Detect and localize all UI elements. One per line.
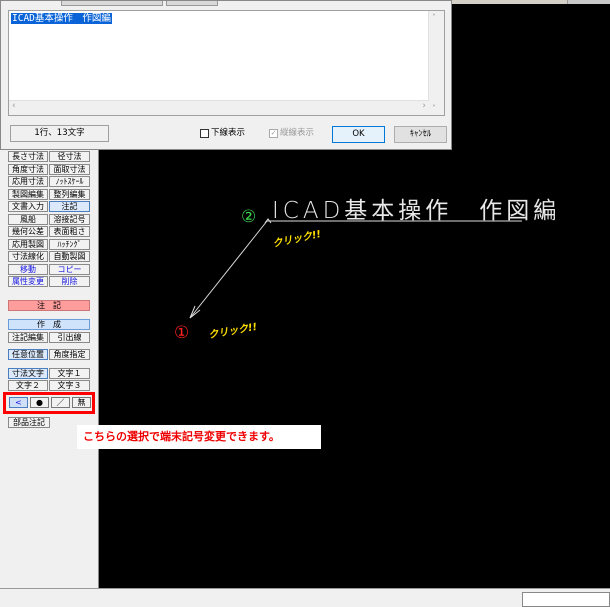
create-button[interactable]: 作 成 — [8, 319, 90, 330]
command-button[interactable]: 溶接記号 — [49, 213, 90, 225]
section-note-header: 注 記 — [8, 300, 90, 311]
step-1-marker: ① — [174, 323, 190, 343]
command-button[interactable]: 自動製図 — [49, 251, 90, 262]
text3-button[interactable]: 文字３ — [49, 380, 90, 391]
command-button[interactable]: ﾊｯﾁﾝｸﾞ — [49, 238, 90, 250]
text2-button[interactable]: 文字２ — [8, 380, 48, 391]
leader-line — [189, 220, 268, 319]
command-button[interactable]: 製図編集 — [8, 188, 48, 200]
instruction-callout: こちらの選択で端末記号変更できます。 — [77, 425, 321, 449]
leader-button[interactable]: 引出線 — [49, 332, 90, 343]
command-button[interactable]: コピー — [49, 263, 90, 275]
command-button[interactable]: 応用寸法 — [8, 176, 48, 187]
command-button[interactable]: 整列編集 — [49, 188, 90, 200]
command-button[interactable]: 幾何公差 — [8, 226, 48, 237]
status-input-box[interactable] — [522, 592, 610, 607]
note-edit-button[interactable]: 注記編集 — [8, 332, 48, 343]
text1-button[interactable]: 文字１ — [49, 368, 90, 379]
slash-terminal-icon[interactable]: ／ — [51, 397, 70, 408]
none-terminal-button[interactable]: 無 — [72, 397, 91, 408]
parts-note-button[interactable]: 部品注記 — [8, 417, 50, 428]
command-button[interactable]: 寸法線化 — [8, 251, 48, 262]
command-button[interactable]: 文書入力 — [8, 201, 48, 212]
dot-terminal-icon[interactable]: ● — [30, 397, 49, 408]
command-panel: 長さ寸法 径寸法 角度寸法 面取寸法 応用寸法 ﾉｯﾄｽｹｰﾙ 製図編集 整列編集 文書入力 注記… — [0, 150, 99, 588]
command-button[interactable]: 削除 — [49, 276, 90, 287]
command-button[interactable]: 注記 — [49, 201, 90, 212]
dim-text-button[interactable]: 寸法文字 — [8, 368, 48, 379]
angle-spec-button[interactable]: 角度指定 — [49, 349, 90, 360]
command-button[interactable]: 長さ寸法 — [8, 151, 48, 162]
status-bar — [0, 588, 610, 607]
command-button[interactable]: ﾉｯﾄｽｹｰﾙ — [49, 176, 90, 187]
step-2-marker: ② — [241, 207, 257, 227]
command-button[interactable]: 属性変更 — [8, 276, 48, 287]
command-button[interactable]: 角度寸法 — [8, 163, 48, 175]
command-button[interactable]: 径寸法 — [49, 151, 90, 162]
command-button[interactable]: 移動 — [8, 263, 48, 275]
drawing-note-text: ICAD基本操作 作図編 — [272, 198, 561, 224]
command-button[interactable]: 表面粗さ — [49, 226, 90, 237]
arrow-terminal-icon[interactable]: < — [9, 397, 28, 408]
any-position-button[interactable]: 任意位置 — [8, 349, 48, 360]
command-button[interactable]: 面取寸法 — [49, 163, 90, 175]
command-button[interactable]: 風船 — [8, 213, 48, 225]
command-button[interactable]: 応用製図 — [8, 238, 48, 250]
